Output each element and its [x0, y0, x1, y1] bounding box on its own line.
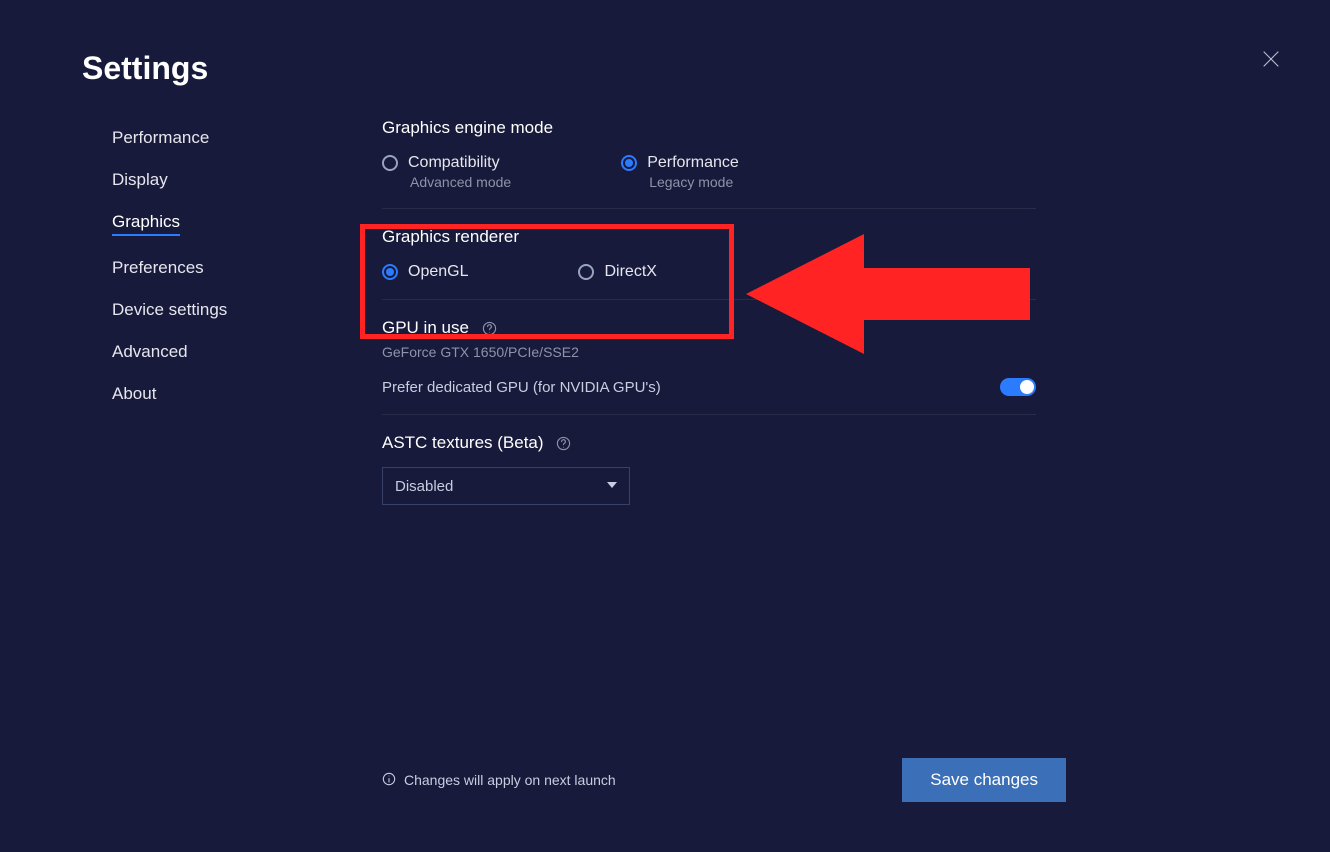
settings-footer: Changes will apply on next launch Save c… [382, 758, 1066, 802]
gpu-title-text: GPU in use [382, 318, 469, 337]
sidebar-item-display[interactable]: Display [112, 170, 227, 190]
radio-label: Performance [647, 154, 739, 172]
help-icon[interactable] [482, 321, 497, 336]
footer-hint: Changes will apply on next launch [382, 772, 616, 789]
sidebar-item-about[interactable]: About [112, 384, 227, 404]
radio-icon [382, 155, 398, 171]
astc-title: ASTC textures (Beta) [382, 433, 1036, 453]
save-changes-button[interactable]: Save changes [902, 758, 1066, 802]
radio-icon [382, 264, 398, 280]
prefer-gpu-toggle[interactable] [1000, 378, 1036, 396]
sidebar-item-graphics[interactable]: Graphics [112, 212, 180, 236]
sidebar-item-device-settings[interactable]: Device settings [112, 300, 227, 320]
footer-hint-text: Changes will apply on next launch [404, 772, 616, 788]
radio-icon [621, 155, 637, 171]
radio-label: OpenGL [408, 263, 468, 281]
chevron-down-icon [607, 477, 617, 495]
gpu-in-use-value: GeForce GTX 1650/PCIe/SSE2 [382, 344, 1036, 360]
close-icon[interactable] [1260, 48, 1282, 75]
radio-sublabel: Legacy mode [649, 174, 739, 190]
radio-compatibility[interactable]: Compatibility [382, 154, 511, 172]
section-renderer: Graphics renderer OpenGL DirectX [382, 208, 1036, 281]
page-title: Settings [82, 50, 208, 87]
info-icon [382, 772, 396, 789]
sidebar-item-preferences[interactable]: Preferences [112, 258, 227, 278]
radio-label: DirectX [604, 263, 656, 281]
astc-select-value: Disabled [395, 478, 453, 495]
astc-select[interactable]: Disabled [382, 467, 630, 505]
gpu-title: GPU in use [382, 318, 1036, 338]
section-engine-mode: Graphics engine mode Compatibility Advan… [382, 118, 1036, 190]
section-gpu: GPU in use GeForce GTX 1650/PCIe/SSE2 Pr… [382, 299, 1036, 396]
settings-sidebar: Performance Display Graphics Preferences… [112, 128, 227, 426]
renderer-title: Graphics renderer [382, 227, 1036, 247]
radio-sublabel: Advanced mode [410, 174, 511, 190]
engine-mode-title: Graphics engine mode [382, 118, 1036, 138]
help-icon[interactable] [556, 436, 571, 451]
prefer-gpu-label: Prefer dedicated GPU (for NVIDIA GPU's) [382, 379, 661, 396]
section-astc: ASTC textures (Beta) Disabled [382, 414, 1036, 505]
settings-content: Graphics engine mode Compatibility Advan… [382, 118, 1036, 505]
radio-performance[interactable]: Performance [621, 154, 739, 172]
radio-icon [578, 264, 594, 280]
radio-opengl[interactable]: OpenGL [382, 263, 468, 281]
astc-title-text: ASTC textures (Beta) [382, 433, 544, 452]
sidebar-item-advanced[interactable]: Advanced [112, 342, 227, 362]
sidebar-item-performance[interactable]: Performance [112, 128, 227, 148]
radio-directx[interactable]: DirectX [578, 263, 656, 281]
radio-label: Compatibility [408, 154, 500, 172]
